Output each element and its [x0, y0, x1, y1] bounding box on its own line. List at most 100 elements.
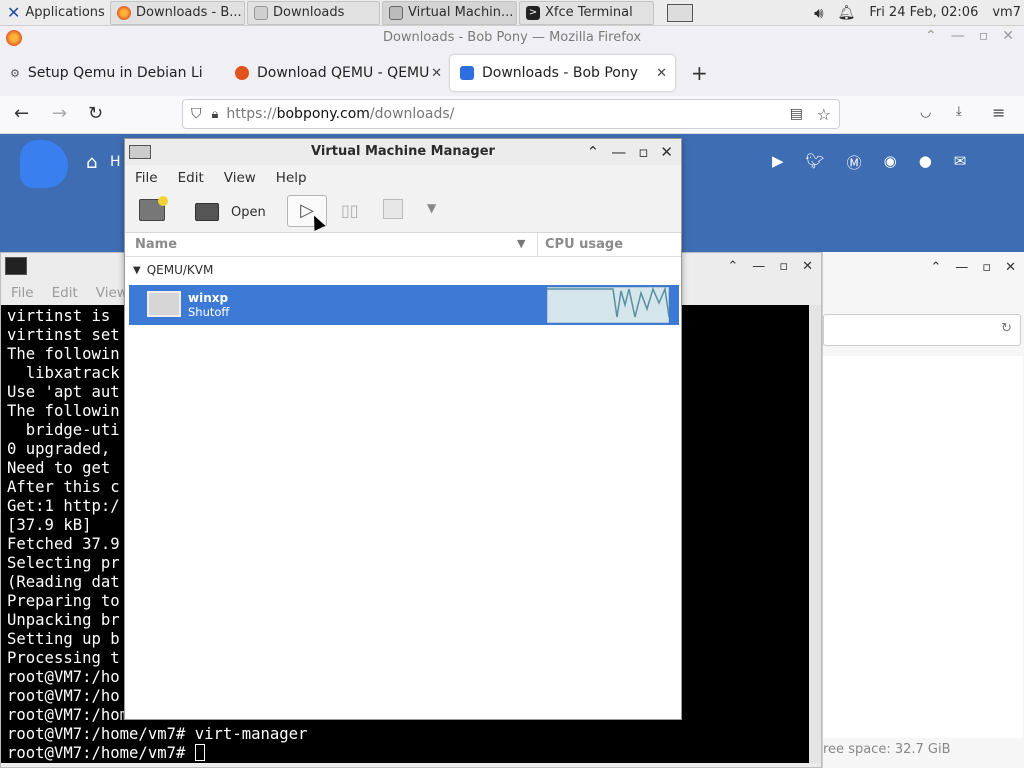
- close-icon[interactable]: ✕: [1005, 260, 1016, 275]
- volume-icon[interactable]: 🔊︎: [807, 1, 830, 25]
- location-bar[interactable]: ↻: [823, 314, 1021, 346]
- menu-view[interactable]: View: [96, 281, 128, 305]
- minimize-icon[interactable]: —: [951, 28, 965, 44]
- applications-label: Applications: [25, 5, 105, 20]
- virt-manager-icon: [129, 145, 151, 159]
- monitor-icon: [195, 203, 219, 221]
- terminal-icon: [5, 257, 27, 275]
- url-bar[interactable]: ⛉ 🔒︎ https://bobpony.com/downloads/ ▤ ☆: [182, 99, 840, 129]
- bobpony-logo-icon: [20, 140, 68, 188]
- terminal-menubar: File Edit View: [1, 281, 128, 305]
- forward-icon[interactable]: →: [52, 103, 67, 124]
- shield-icon[interactable]: ⛉: [191, 106, 202, 122]
- file-manager-window: ⌃ — ▫ ✕ ↻ ree space: 32.7 GiB: [822, 252, 1024, 768]
- maximize-icon[interactable]: ⌃: [925, 28, 937, 44]
- tab-download-qemu[interactable]: Download QEMU - QEMU ✕: [225, 55, 450, 91]
- shutdown-menu-button[interactable]: ▼: [427, 201, 436, 215]
- top-panel: ✕ Applications ☰ Downloads - B... Downlo…: [0, 0, 1024, 26]
- close-icon[interactable]: ✕: [802, 259, 813, 274]
- hamburger-menu-icon[interactable]: ≡: [992, 103, 1005, 122]
- firefox-icon: [117, 5, 131, 20]
- minimize-icon[interactable]: —: [752, 259, 765, 274]
- taskbar-item-virt-manager[interactable]: Virtual Machin...: [382, 0, 517, 25]
- youtube-icon[interactable]: ▶: [772, 152, 784, 173]
- downloads-icon[interactable]: ⤓: [956, 104, 962, 119]
- restore-icon[interactable]: ▫: [982, 260, 991, 275]
- firefox-title: Downloads - Bob Pony — Mozilla Firefox: [382, 30, 642, 45]
- menu-edit[interactable]: Edit: [52, 281, 78, 305]
- reload-icon[interactable]: ↻: [1001, 321, 1012, 336]
- clock[interactable]: Fri 24 Feb, 02:06: [862, 1, 985, 25]
- menu-file[interactable]: File: [125, 165, 168, 191]
- terminal-icon: >: [526, 5, 540, 20]
- taskbar-item-files[interactable]: Downloads: [247, 0, 380, 25]
- discord-icon[interactable]: ◉: [884, 152, 897, 173]
- menu-view[interactable]: View: [214, 165, 266, 191]
- vmm-toolbar: Open ▷ ▯▯ ▼: [125, 191, 681, 233]
- email-icon[interactable]: ✉: [954, 152, 967, 173]
- close-icon[interactable]: ✕: [1002, 28, 1014, 44]
- xfce-logo-icon: ✕: [7, 3, 21, 22]
- terminal-scrollbar[interactable]: [809, 305, 821, 763]
- tab-setup-qemu[interactable]: ⚙ Setup Qemu in Debian Li: [0, 55, 225, 91]
- connection-group[interactable]: ▼ QEMU/KVM: [133, 263, 213, 277]
- pause-button[interactable]: ▯▯: [341, 201, 359, 220]
- notification-bell-icon[interactable]: 🔔︎: [831, 1, 863, 25]
- pocket-icon[interactable]: ◡: [920, 105, 931, 120]
- reload-icon[interactable]: ↻: [88, 103, 103, 124]
- tab-downloads-bob-pony[interactable]: Downloads - Bob Pony ✕: [450, 55, 675, 91]
- twitter-icon[interactable]: 🐦︎: [806, 152, 825, 173]
- menu-help[interactable]: Help: [266, 165, 317, 191]
- cpu-usage-graph: [547, 287, 669, 323]
- pause-icon: ▯▯: [341, 201, 359, 220]
- github-icon[interactable]: ●: [919, 152, 932, 173]
- minimize-icon[interactable]: —: [611, 143, 626, 161]
- maximize-icon[interactable]: ⌃: [930, 260, 941, 275]
- vm-list-header: Name ▼ CPU usage: [125, 233, 681, 257]
- chevron-down-icon: ▼: [427, 201, 437, 215]
- vmm-menubar: File Edit View Help: [125, 165, 681, 191]
- vm-monitor-icon: [147, 291, 181, 317]
- firefox-logo-icon: [6, 30, 22, 46]
- workspace-switcher[interactable]: [660, 1, 700, 25]
- sort-chevron-icon: ▼: [517, 237, 526, 250]
- open-button[interactable]: Open: [195, 197, 266, 227]
- nav-bar: ← → ↻ ⛉ 🔒︎ https://bobpony.com/downloads…: [0, 96, 1024, 134]
- close-tab-icon[interactable]: ✕: [656, 66, 667, 81]
- lock-icon[interactable]: 🔒︎: [212, 107, 219, 122]
- virt-manager-window: Virtual Machine Manager ⌃ — ▫ ✕ File Edi…: [124, 138, 682, 720]
- bookmark-star-icon[interactable]: ☆: [817, 105, 831, 124]
- shutdown-button[interactable]: [383, 199, 403, 219]
- menu-file[interactable]: File: [11, 281, 34, 305]
- minimize-icon[interactable]: —: [955, 260, 968, 275]
- new-tab-icon[interactable]: +: [691, 61, 708, 85]
- restore-icon[interactable]: ▫: [638, 143, 648, 161]
- restore-icon[interactable]: ▫: [779, 259, 788, 274]
- tab-strip: ⚙ Setup Qemu in Debian Li Download QEMU …: [0, 50, 1024, 96]
- restore-icon[interactable]: ▫: [979, 28, 989, 44]
- column-name[interactable]: Name: [135, 237, 177, 252]
- virt-manager-icon: [389, 5, 403, 20]
- back-icon[interactable]: ←: [14, 103, 29, 124]
- status-bar: ree space: 32.7 GiB: [823, 742, 951, 757]
- reader-view-icon[interactable]: ▤: [790, 106, 803, 122]
- terminal-cursor: [194, 744, 205, 761]
- taskbar-item-terminal[interactable]: > Xfce Terminal: [519, 0, 654, 25]
- vm-row-winxp[interactable]: winxp Shutoff: [129, 285, 679, 325]
- maximize-icon[interactable]: ⌃: [587, 143, 600, 161]
- mastodon-icon[interactable]: Ⓜ: [847, 152, 862, 173]
- new-vm-icon[interactable]: [139, 196, 168, 221]
- home-icon[interactable]: ⌂: [86, 152, 97, 173]
- folder-icon: [254, 5, 268, 20]
- maximize-icon[interactable]: ⌃: [727, 259, 738, 274]
- applications-menu-button[interactable]: ✕ Applications ☰: [0, 1, 108, 25]
- close-icon[interactable]: ✕: [660, 143, 673, 161]
- close-tab-icon[interactable]: ✕: [431, 66, 442, 81]
- site-icon: ⚙: [10, 66, 20, 80]
- taskbar-item-firefox[interactable]: Downloads - B...: [110, 0, 245, 25]
- user-menu[interactable]: vm7: [985, 1, 1024, 25]
- menu-edit[interactable]: Edit: [168, 165, 214, 191]
- qemu-icon: [235, 66, 249, 80]
- file-list[interactable]: [823, 356, 1023, 738]
- column-cpu-usage[interactable]: CPU usage: [545, 237, 623, 252]
